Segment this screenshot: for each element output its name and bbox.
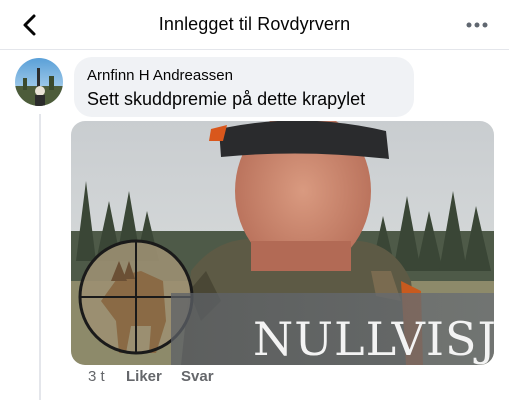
like-button[interactable]: Liker [126, 368, 181, 385]
attachment-overlay-text: NULLVISJON [253, 312, 494, 365]
attached-image[interactable]: NULLVISJON [71, 121, 494, 365]
more-options-button[interactable] [463, 13, 491, 37]
top-bar: Innlegget til Rovdyrvern [0, 0, 509, 50]
page-title: Innlegget til Rovdyrvern [158, 14, 351, 34]
avatar[interactable] [15, 58, 63, 106]
avatar-image [15, 58, 63, 106]
comment-text: Sett skuddpremie på dette krapylet [87, 89, 366, 109]
reply-button[interactable]: Svar [181, 368, 214, 385]
comment-bubble[interactable]: Arnfinn H Andreassen Sett skuddpremie på… [74, 57, 414, 117]
comment-actions: 3 t Liker Svar [88, 368, 214, 385]
thread-line [39, 114, 41, 400]
more-horizontal-icon [466, 22, 488, 28]
comment-timestamp: 3 t [88, 368, 105, 385]
comment-author[interactable]: Arnfinn H Andreassen [87, 66, 401, 85]
